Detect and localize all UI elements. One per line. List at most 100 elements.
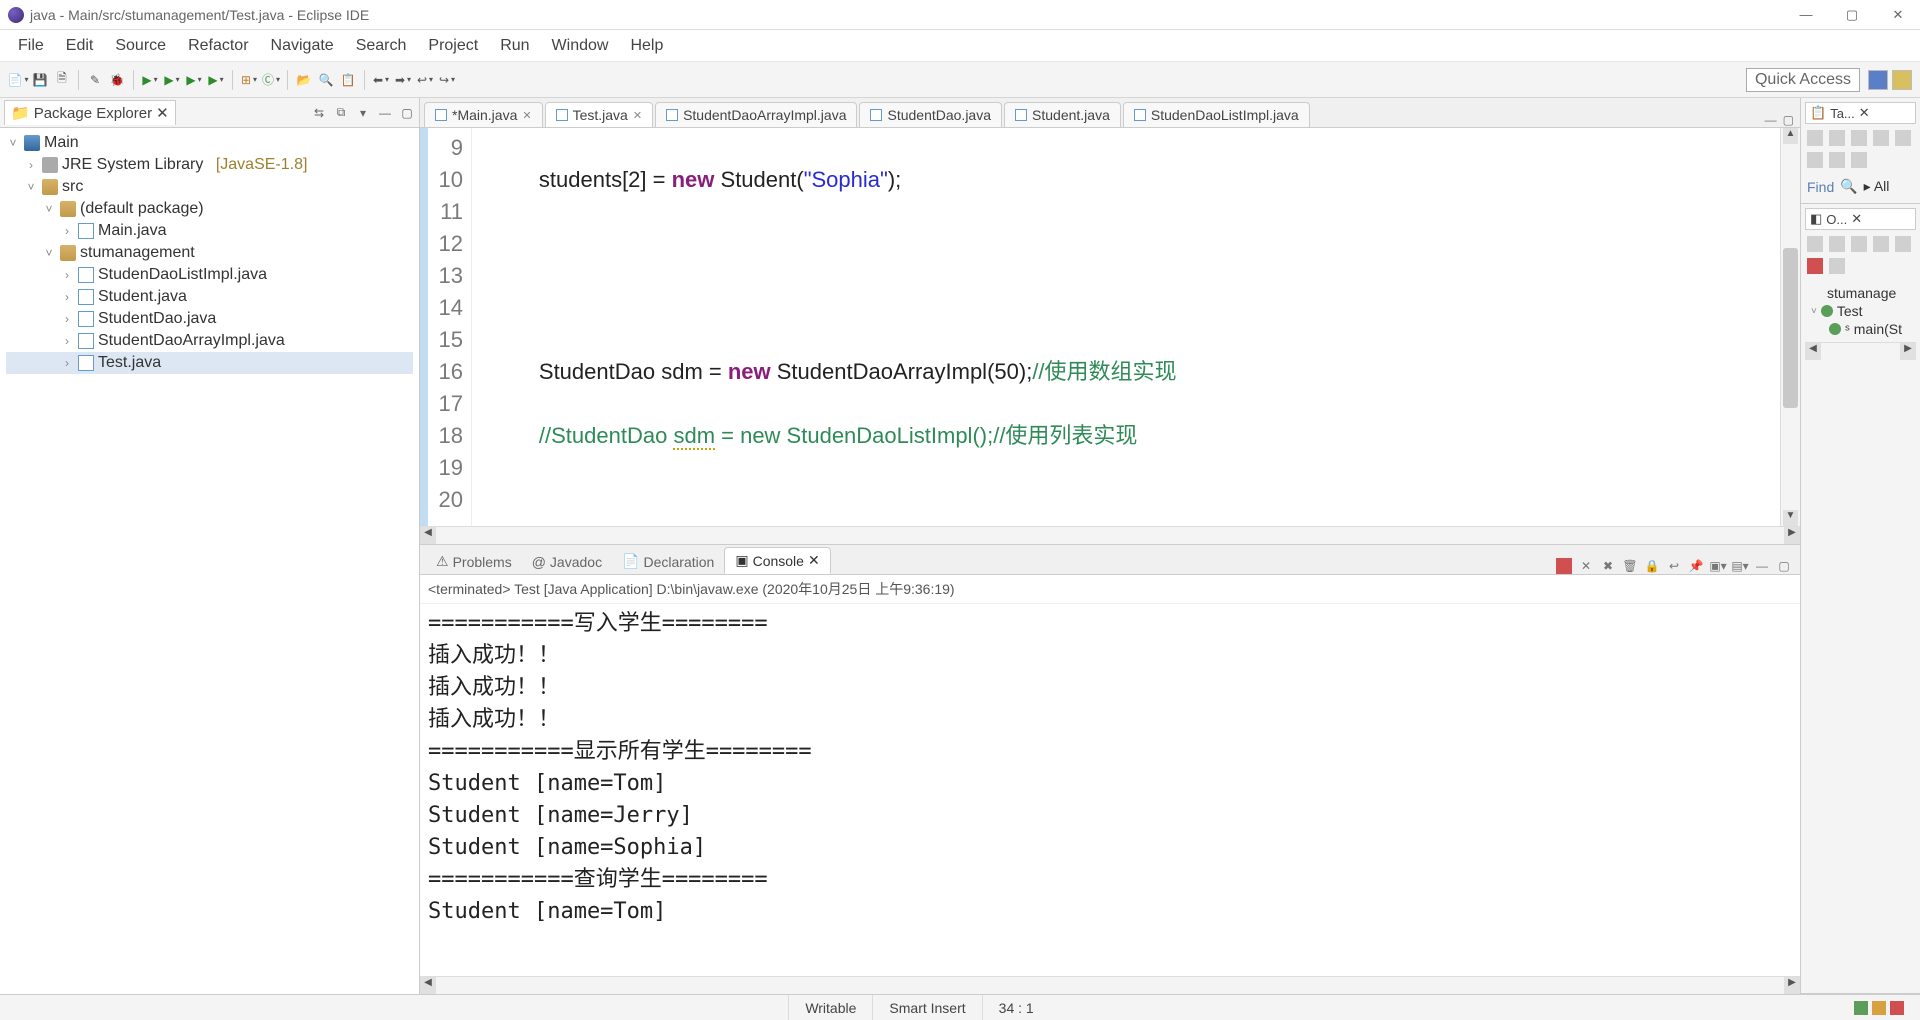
find-input[interactable]: Find <box>1807 179 1834 195</box>
outline-tool-icon[interactable] <box>1873 236 1889 252</box>
task-tool-icon[interactable] <box>1851 152 1867 168</box>
console-minimize-button[interactable]: — <box>1754 558 1770 574</box>
collapse-all-button[interactable]: ⇆ <box>311 105 327 121</box>
scroll-left-icon[interactable]: ◀ <box>420 977 436 994</box>
task-tool-icon[interactable] <box>1807 130 1823 146</box>
tab-declaration[interactable]: 📄 Declaration <box>612 549 724 574</box>
tab-javadoc[interactable]: @ Javadoc <box>522 550 612 574</box>
remove-launch-button[interactable]: ✕ <box>1578 558 1594 574</box>
editor-minimize-icon[interactable]: — <box>1765 113 1777 127</box>
code-area[interactable]: students[2] = new Student("Sophia"); Stu… <box>472 128 1780 526</box>
menu-edit[interactable]: Edit <box>56 33 104 59</box>
tree-file-3[interactable]: StudentDao.java <box>98 310 216 328</box>
scroll-lock-button[interactable]: 🔒 <box>1644 558 1660 574</box>
display-console-button[interactable]: ▣▾ <box>1710 558 1726 574</box>
search-button[interactable]: 🔍 <box>316 70 336 90</box>
tree-stu-pkg[interactable]: stumanagement <box>80 244 195 262</box>
pin-console-button[interactable]: 📌 <box>1688 558 1704 574</box>
task-list-tab[interactable]: 📋 Ta... ✕ <box>1805 102 1916 124</box>
new-package-button[interactable]: ⊞ <box>239 70 259 90</box>
maximize-button[interactable]: ▢ <box>1838 7 1866 23</box>
code-editor[interactable]: 91011121314151617181920 students[2] = ne… <box>420 128 1800 526</box>
status-icon[interactable] <box>1854 1001 1868 1015</box>
terminate-button[interactable] <box>1556 558 1572 574</box>
scroll-right-icon[interactable]: ▶ <box>1900 343 1916 360</box>
editor-tab-main[interactable]: *Main.java✕ <box>424 102 543 127</box>
task-tool-icon[interactable] <box>1807 152 1823 168</box>
status-icon[interactable] <box>1872 1001 1886 1015</box>
outline-tree[interactable]: stumanage ˅Test ˢmain(St <box>1805 280 1916 342</box>
tab-problems[interactable]: ⚠ Problems <box>426 549 522 574</box>
perspective-other-button[interactable] <box>1892 70 1912 90</box>
task-all-filter[interactable]: ▸ All <box>1864 178 1890 195</box>
external-tools-button[interactable]: ▶ <box>206 70 226 90</box>
new-class-button[interactable]: Ⓒ <box>261 70 281 90</box>
coverage-button[interactable]: ▶ <box>184 70 204 90</box>
view-menu-button[interactable]: ▾ <box>355 105 371 121</box>
menu-help[interactable]: Help <box>620 33 673 59</box>
maximize-view-button[interactable]: ▢ <box>399 105 415 121</box>
open-console-button[interactable]: ▤▾ <box>1732 558 1748 574</box>
tree-main-java[interactable]: Main.java <box>98 222 166 240</box>
quick-access-input[interactable]: Quick Access <box>1746 68 1860 92</box>
editor-tab-list[interactable]: StudenDaoListImpl.java <box>1123 102 1310 127</box>
editor-tab-dao[interactable]: StudentDao.java <box>859 102 1002 127</box>
outline-tool-icon[interactable] <box>1829 236 1845 252</box>
console-horizontal-scrollbar[interactable]: ◀▶ <box>420 976 1800 994</box>
menu-navigate[interactable]: Navigate <box>261 33 344 59</box>
new-button[interactable]: 📄 <box>8 70 28 90</box>
task-tool-icon[interactable] <box>1829 130 1845 146</box>
save-all-button[interactable]: 🗎 <box>52 70 72 90</box>
open-type-button[interactable]: 📂 <box>294 70 314 90</box>
menu-search[interactable]: Search <box>346 33 417 59</box>
editor-tab-student[interactable]: Student.java <box>1004 102 1121 127</box>
console-output[interactable]: ===========写入学生======== 插入成功！！ 插入成功！！ 插入… <box>420 604 1800 976</box>
scroll-right-icon[interactable]: ▶ <box>1784 977 1800 994</box>
outline-tool-icon[interactable] <box>1829 258 1845 274</box>
task-tool-icon[interactable] <box>1873 130 1889 146</box>
debug-icon[interactable]: 🐞 <box>107 70 127 90</box>
menu-file[interactable]: File <box>8 33 54 59</box>
word-wrap-button[interactable]: ↩ <box>1666 558 1682 574</box>
outline-tool-icon[interactable] <box>1895 236 1911 252</box>
tree-src[interactable]: src <box>62 178 83 196</box>
task-button[interactable]: 📋 <box>338 70 358 90</box>
scroll-right-icon[interactable]: ▶ <box>1784 527 1800 544</box>
outline-tool-icon[interactable] <box>1851 236 1867 252</box>
package-explorer-tab[interactable]: 📁 Package Explorer ✕ <box>4 100 176 125</box>
package-explorer-tree[interactable]: ˅Main ›JRE System Library [JavaSE-1.8] ˅… <box>0 128 419 994</box>
clear-console-button[interactable]: 🗑 <box>1622 558 1638 574</box>
editor-tab-array[interactable]: StudentDaoArrayImpl.java <box>655 102 857 127</box>
next-annotation-button[interactable]: ↪ <box>437 70 457 90</box>
menu-refactor[interactable]: Refactor <box>178 33 258 59</box>
editor-maximize-icon[interactable]: ▢ <box>1783 113 1794 127</box>
editor-tab-test[interactable]: Test.java✕ <box>545 102 653 127</box>
close-tab-icon[interactable]: ✕ <box>522 109 531 122</box>
back-nav-button[interactable]: ⬅ <box>371 70 391 90</box>
tree-file-1[interactable]: StudenDaoListImpl.java <box>98 266 267 284</box>
tree-default-pkg[interactable]: (default package) <box>80 200 204 218</box>
tree-project[interactable]: Main <box>44 134 79 152</box>
close-tab-icon[interactable]: ✕ <box>633 109 642 122</box>
tree-file-2[interactable]: Student.java <box>98 288 187 306</box>
menu-window[interactable]: Window <box>542 33 619 59</box>
console-maximize-button[interactable]: ▢ <box>1776 558 1792 574</box>
close-tab-icon[interactable]: ✕ <box>808 552 820 569</box>
task-tool-icon[interactable] <box>1829 152 1845 168</box>
tree-file-5[interactable]: Test.java <box>98 354 161 372</box>
link-editor-button[interactable]: ⧉ <box>333 105 349 121</box>
task-tool-icon[interactable] <box>1851 130 1867 146</box>
scroll-down-icon[interactable]: ▼ <box>1783 510 1798 526</box>
outline-tool-icon[interactable] <box>1807 258 1823 274</box>
remove-all-button[interactable]: ✖ <box>1600 558 1616 574</box>
scroll-thumb[interactable] <box>1783 248 1798 408</box>
task-tool-icon[interactable] <box>1895 130 1911 146</box>
menu-run[interactable]: Run <box>490 33 539 59</box>
menu-source[interactable]: Source <box>105 33 176 59</box>
forward-nav-button[interactable]: ➡ <box>393 70 413 90</box>
tree-jre[interactable]: JRE System Library <box>62 156 203 174</box>
editor-vertical-scrollbar[interactable]: ▲ ▼ <box>1780 128 1800 526</box>
minimize-view-button[interactable]: — <box>377 105 393 121</box>
last-edit-button[interactable]: ↩ <box>415 70 435 90</box>
menu-project[interactable]: Project <box>418 33 488 59</box>
